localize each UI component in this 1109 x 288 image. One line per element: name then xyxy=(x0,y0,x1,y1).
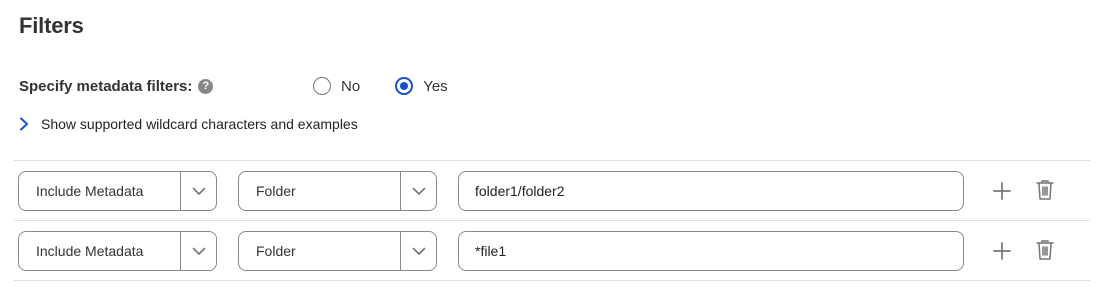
chevron-down-icon[interactable] xyxy=(401,232,436,270)
filter-type-value[interactable]: Include Metadata xyxy=(19,183,180,199)
wildcard-expander[interactable]: Show supported wildcard characters and e… xyxy=(17,116,358,132)
chevron-down-icon[interactable] xyxy=(181,232,216,270)
add-filter-icon[interactable] xyxy=(991,179,1013,203)
chevron-down-icon[interactable] xyxy=(181,172,216,210)
chevron-right-icon[interactable] xyxy=(17,116,31,132)
divider xyxy=(14,160,1090,161)
add-filter-icon[interactable] xyxy=(991,239,1013,263)
filter-field-select[interactable]: Folder xyxy=(238,171,437,211)
chevron-down-icon[interactable] xyxy=(401,172,436,210)
radio-option-yes[interactable]: Yes xyxy=(395,77,448,95)
filter-field-value[interactable]: Folder xyxy=(239,243,400,259)
help-icon[interactable]: ? xyxy=(198,78,214,94)
metadata-filter-label: Specify metadata filters: xyxy=(19,77,193,95)
wildcard-expander-label[interactable]: Show supported wildcard characters and e… xyxy=(41,116,358,132)
radio-yes-label[interactable]: Yes xyxy=(423,78,447,95)
radio-no-button[interactable] xyxy=(313,77,331,95)
divider xyxy=(14,220,1090,221)
filter-row: Include Metadata Folder xyxy=(0,171,1109,211)
delete-filter-icon[interactable] xyxy=(1034,238,1056,262)
filter-value-input[interactable] xyxy=(458,171,964,211)
filter-field-value[interactable]: Folder xyxy=(239,183,400,199)
metadata-filter-row: Specify metadata filters: ? xyxy=(19,76,214,96)
divider xyxy=(14,280,1090,281)
filter-value-input[interactable] xyxy=(458,231,964,271)
radio-yes-button[interactable] xyxy=(395,77,414,95)
radio-option-no[interactable]: No xyxy=(313,77,360,95)
filter-row: Include Metadata Folder xyxy=(0,231,1109,271)
filter-field-select[interactable]: Folder xyxy=(238,231,437,271)
filter-type-select[interactable]: Include Metadata xyxy=(18,231,217,271)
radio-no-label[interactable]: No xyxy=(341,78,360,95)
metadata-filter-radio-group: No Yes xyxy=(313,76,483,96)
delete-filter-icon[interactable] xyxy=(1034,178,1056,202)
page-title: Filters xyxy=(19,13,84,38)
filter-type-select[interactable]: Include Metadata xyxy=(18,171,217,211)
filter-type-value[interactable]: Include Metadata xyxy=(19,243,180,259)
